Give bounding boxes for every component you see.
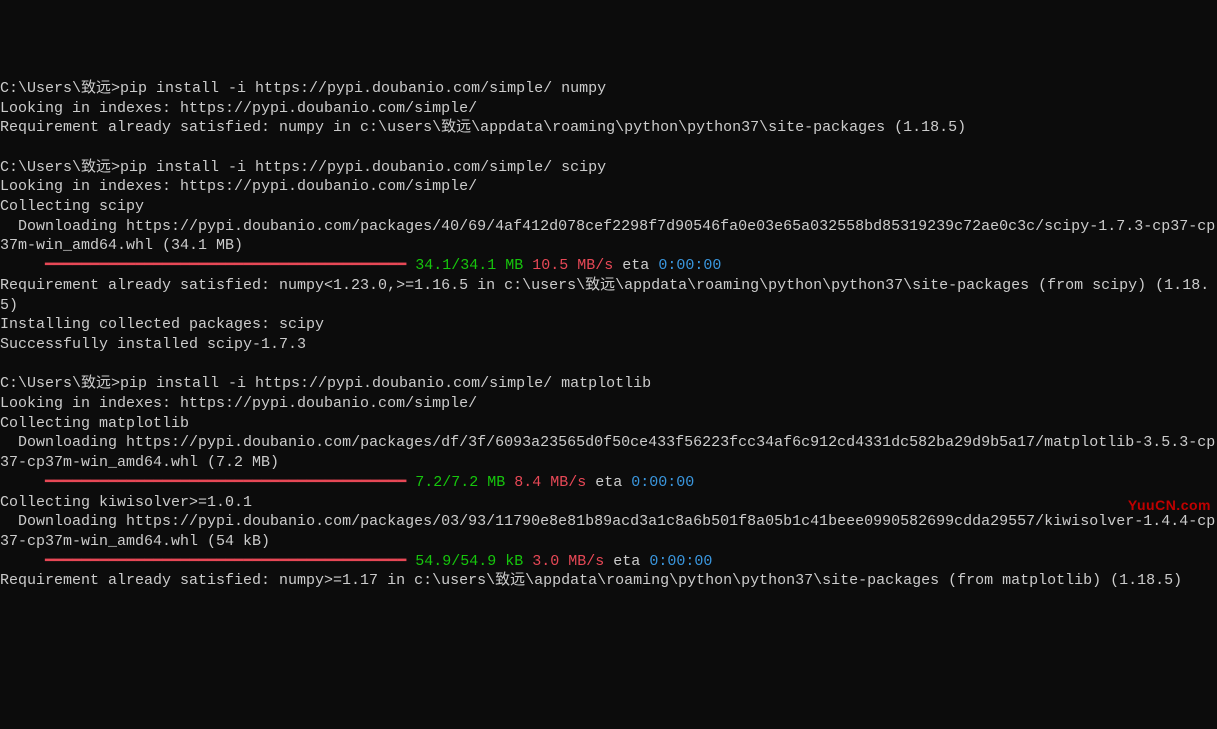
- terminal-line: Downloading https://pypi.doubanio.com/pa…: [0, 433, 1217, 472]
- progress-line: ━━━━━━━━━━━━━━━━━━━━━━━━━━━━━━━━━━━━━━━━…: [0, 256, 1217, 276]
- terminal-line: Looking in indexes: https://pypi.doubani…: [0, 177, 1217, 197]
- progress-bar: ━━━━━━━━━━━━━━━━━━━━━━━━━━━━━━━━━━━━━━━━: [0, 257, 415, 274]
- progress-size: 34.1/34.1 MB: [415, 257, 523, 274]
- progress-eta-value: 0:00:00: [658, 257, 721, 274]
- progress-line: ━━━━━━━━━━━━━━━━━━━━━━━━━━━━━━━━━━━━━━━━…: [0, 552, 1217, 572]
- terminal-line: Collecting scipy: [0, 197, 1217, 217]
- progress-eta-label: eta: [586, 474, 631, 491]
- progress-speed: 8.4 MB/s: [505, 474, 586, 491]
- terminal-line: Downloading https://pypi.doubanio.com/pa…: [0, 217, 1217, 256]
- progress-size: 54.9/54.9 kB: [415, 553, 523, 570]
- terminal-output[interactable]: C:\Users\致远>pip install -i https://pypi.…: [0, 79, 1217, 591]
- progress-speed: 3.0 MB/s: [523, 553, 604, 570]
- progress-eta-value: 0:00:00: [649, 553, 712, 570]
- terminal-line: Requirement already satisfied: numpy<1.2…: [0, 276, 1217, 315]
- terminal-line: Requirement already satisfied: numpy in …: [0, 118, 1217, 138]
- terminal-line: C:\Users\致远>pip install -i https://pypi.…: [0, 79, 1217, 99]
- progress-size: 7.2/7.2 MB: [415, 474, 505, 491]
- terminal-line: C:\Users\致远>pip install -i https://pypi.…: [0, 158, 1217, 178]
- progress-eta-value: 0:00:00: [631, 474, 694, 491]
- terminal-line: Requirement already satisfied: numpy>=1.…: [0, 571, 1217, 591]
- progress-eta-label: eta: [604, 553, 649, 570]
- terminal-line: Collecting matplotlib: [0, 414, 1217, 434]
- terminal-line: Collecting kiwisolver>=1.0.1: [0, 493, 1217, 513]
- terminal-line: Looking in indexes: https://pypi.doubani…: [0, 394, 1217, 414]
- progress-eta-label: eta: [613, 257, 658, 274]
- progress-bar: ━━━━━━━━━━━━━━━━━━━━━━━━━━━━━━━━━━━━━━━━: [0, 474, 415, 491]
- progress-line: ━━━━━━━━━━━━━━━━━━━━━━━━━━━━━━━━━━━━━━━━…: [0, 473, 1217, 493]
- terminal-line: Successfully installed scipy-1.7.3: [0, 335, 1217, 355]
- terminal-line: Looking in indexes: https://pypi.doubani…: [0, 99, 1217, 119]
- progress-speed: 10.5 MB/s: [523, 257, 613, 274]
- watermark-text: YuuCN.com: [1128, 496, 1211, 516]
- terminal-line: Downloading https://pypi.doubanio.com/pa…: [0, 512, 1217, 551]
- terminal-blank-line: [0, 138, 1217, 158]
- progress-bar: ━━━━━━━━━━━━━━━━━━━━━━━━━━━━━━━━━━━━━━━━: [0, 553, 415, 570]
- terminal-line: C:\Users\致远>pip install -i https://pypi.…: [0, 374, 1217, 394]
- terminal-blank-line: [0, 355, 1217, 375]
- terminal-line: Installing collected packages: scipy: [0, 315, 1217, 335]
